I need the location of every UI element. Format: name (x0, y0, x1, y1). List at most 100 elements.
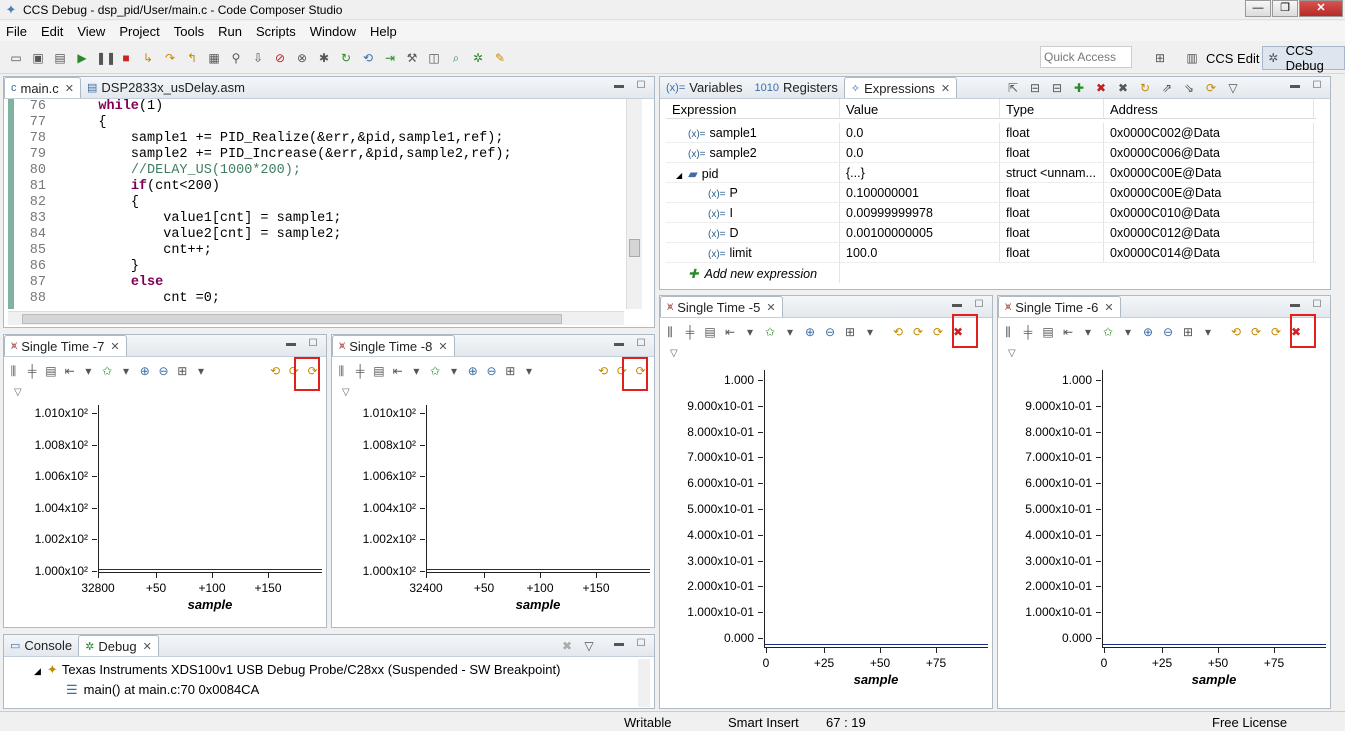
reset-icon[interactable]: ⇤ (62, 363, 77, 379)
minimize-icon[interactable]: ▬ (1288, 299, 1302, 312)
horizontal-scroll-thumb[interactable] (22, 314, 562, 324)
menu-project[interactable]: Project (119, 24, 159, 39)
maximize-icon[interactable]: ☐ (306, 338, 320, 351)
zoom-out-icon[interactable]: ⊖ (1160, 324, 1176, 340)
remove-all-icon[interactable]: ✖ (1115, 80, 1131, 96)
tab-registers[interactable]: 1010 Registers (748, 77, 843, 98)
minimize-icon[interactable]: ▬ (1288, 80, 1302, 93)
plot-area[interactable] (98, 405, 322, 573)
code-line[interactable]: value1[cnt] = sample1; (66, 211, 512, 227)
menu-help[interactable]: Help (370, 24, 397, 39)
tab-g8[interactable]: ⩙ Single Time -8 ✕ (332, 335, 455, 356)
export-icon[interactable]: ⇗ (1159, 80, 1175, 96)
add-expression-row[interactable]: ✚ Add new expression (666, 263, 1316, 283)
collapse-all-icon[interactable]: ⊟ (1049, 80, 1065, 96)
tab-g7[interactable]: ⩙ Single Time -7 ✕ (4, 335, 127, 356)
expand-arrow-icon[interactable]: ◢ (34, 666, 41, 676)
refresh-icon[interactable]: ⟲ (890, 324, 906, 340)
menu-arrow-icon[interactable]: ▾ (522, 363, 537, 379)
menu-arrow-icon[interactable]: ▾ (1200, 324, 1216, 340)
align-icon[interactable]: ⫼ (1000, 324, 1016, 340)
zoom-area-icon[interactable]: ⊞ (175, 363, 190, 379)
skip-breakpoints-icon[interactable]: ⊗ (294, 50, 310, 66)
expression-row[interactable]: (x)= sample2 0.0 float 0x0000C006@Data (666, 143, 1316, 163)
debug-vertical-scrollbar[interactable] (638, 659, 650, 707)
load-program-icon[interactable]: ⇩ (250, 50, 266, 66)
refresh-graph-icon[interactable]: ⟳ (1248, 324, 1264, 340)
tab-g6[interactable]: ⩙ Single Time -6 ✕ (998, 296, 1121, 317)
close-tab-icon[interactable]: ✕ (143, 640, 152, 653)
search-icon[interactable]: ⌕ (448, 50, 464, 66)
close-button[interactable]: ✕ (1299, 0, 1343, 17)
tab-g5[interactable]: ⩙ Single Time -5 ✕ (660, 296, 783, 317)
expression-row[interactable]: (x)= I 0.00999999978 float 0x0000C010@Data (666, 203, 1316, 223)
suspend-icon[interactable]: ❚❚ (96, 50, 116, 66)
zoom-out-icon[interactable]: ⊖ (822, 324, 838, 340)
column-expression[interactable]: Expression (666, 99, 840, 118)
zoom-in-icon[interactable]: ⊕ (465, 363, 480, 379)
close-tab-icon[interactable]: ✕ (438, 340, 447, 353)
tab-debug[interactable]: ✲ Debug ✕ (78, 635, 159, 656)
zoom-fit-icon[interactable]: ╪ (25, 363, 40, 379)
code-line[interactable]: cnt++; (66, 243, 512, 259)
expression-row[interactable]: (x)= limit 100.0 float 0x0000C014@Data (666, 243, 1316, 263)
import-icon[interactable]: ⇘ (1181, 80, 1197, 96)
menu-arrow-icon[interactable]: ▾ (782, 324, 798, 340)
maximize-icon[interactable]: ☐ (634, 638, 648, 651)
add-star-icon[interactable]: ✩ (762, 324, 778, 340)
align-icon[interactable]: ⫼ (662, 324, 678, 340)
expression-row[interactable]: (x)= P 0.100000001 float 0x0000C00E@Data (666, 183, 1316, 203)
display-props-icon[interactable]: ▤ (44, 363, 59, 379)
step-into-icon[interactable]: ↳ (140, 50, 156, 66)
menu-arrow-icon[interactable]: ▾ (447, 363, 462, 379)
add-star-icon[interactable]: ✩ (1100, 324, 1116, 340)
code-line[interactable]: while(1) (66, 99, 512, 115)
code-editor[interactable]: 76 77 78 79 80 81 82 83 84 85 86 87 88 while(1) { sa… (8, 99, 624, 309)
expression-row[interactable]: (x)= sample1 0.0 float 0x0000C002@Data (666, 123, 1316, 143)
column-address[interactable]: Address (1104, 99, 1314, 118)
menu-arrow-icon[interactable]: ▾ (742, 324, 758, 340)
minimize-icon[interactable]: ▬ (950, 299, 964, 312)
remove-expression-icon[interactable]: ✖ (1093, 80, 1109, 96)
column-value[interactable]: Value (840, 99, 1000, 118)
minimize-icon[interactable]: ▬ (612, 80, 626, 93)
run-to-line-icon[interactable]: ⇥ (382, 50, 398, 66)
maximize-icon[interactable]: ☐ (972, 299, 986, 312)
zoom-in-icon[interactable]: ⊕ (802, 324, 818, 340)
align-icon[interactable]: ⫼ (6, 363, 21, 379)
plot-area[interactable] (1102, 370, 1326, 648)
editor-horizontal-scrollbar[interactable] (8, 311, 624, 325)
code-line[interactable]: sample2 += PID_Increase(&err,&pid,sample… (66, 147, 512, 163)
reset-icon[interactable]: ⇤ (722, 324, 738, 340)
menu-run[interactable]: Run (218, 24, 242, 39)
column-type[interactable]: Type (1000, 99, 1104, 118)
collapse-icon[interactable]: ⇱ (1005, 80, 1021, 96)
refresh-icon[interactable]: ⟲ (268, 363, 283, 379)
zoom-fit-icon[interactable]: ╪ (1020, 324, 1036, 340)
code-line[interactable]: cnt =0; (66, 291, 512, 307)
maximize-icon[interactable]: ☐ (634, 80, 648, 93)
menu-arrow-icon[interactable]: ▾ (1120, 324, 1136, 340)
tab-main-c[interactable]: c main.c ✕ (4, 77, 82, 98)
tab-console[interactable]: ▭ Console (4, 635, 78, 656)
tab-usdelay-asm[interactable]: ▤ DSP2833x_usDelay.asm (81, 77, 251, 98)
refresh-icon[interactable]: ⟲ (596, 363, 611, 379)
maximize-icon[interactable]: ☐ (634, 338, 648, 351)
maximize-icon[interactable]: ☐ (1310, 80, 1324, 93)
close-tab-icon[interactable]: ✕ (65, 82, 74, 95)
build-icon[interactable]: ⚒ (404, 50, 420, 66)
terminate-icon[interactable]: ■ (118, 50, 134, 66)
menu-edit[interactable]: Edit (41, 24, 63, 39)
plot-area[interactable] (764, 370, 988, 648)
stack-frame-row[interactable]: ☰ main() at main.c:70 0x0084CA (66, 682, 259, 698)
view-menu-icon[interactable]: ▽ (581, 638, 597, 654)
tab-expressions[interactable]: ✧ Expressions ✕ (843, 77, 958, 98)
collapse-chevron-icon[interactable]: ▽ (670, 348, 678, 359)
collapse-chevron-icon[interactable]: ▽ (1008, 348, 1016, 359)
code-line[interactable]: { (66, 195, 512, 211)
restore-button[interactable]: ❐ (1272, 0, 1298, 17)
reset-icon[interactable]: ⇤ (390, 363, 405, 379)
expression-row[interactable]: (x)= D 0.00100000005 float 0x0000C012@Data (666, 223, 1316, 243)
menu-view[interactable]: View (77, 24, 105, 39)
add-star-icon[interactable]: ✩ (100, 363, 115, 379)
